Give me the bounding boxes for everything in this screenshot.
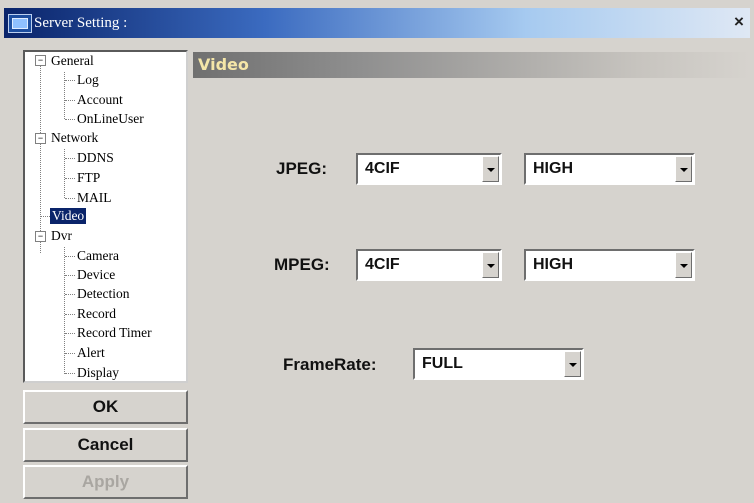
collapse-icon[interactable]: − [35,133,46,144]
mpeg-quality-select[interactable]: HIGH [524,249,695,281]
tree-item-mail[interactable]: MAIL [77,190,112,206]
jpeg-quality-select[interactable]: HIGH [524,153,695,185]
tree-guide-line [65,314,75,315]
tree-guide-line [65,353,75,354]
tree-item-display[interactable]: Display [77,365,119,381]
tree-guide-line [65,256,75,257]
app-window-icon [8,14,32,33]
tree-item-dvr[interactable]: Dvr [51,228,72,244]
collapse-icon[interactable]: − [35,231,46,242]
dropdown-arrow-icon[interactable] [482,252,499,278]
mpeg-label: MPEG: [274,255,330,274]
jpeg-quality-value: HIGH [533,160,573,177]
framerate-label: FrameRate: [283,355,377,374]
tree-item-camera[interactable]: Camera [77,248,119,264]
tree-guide-line [65,80,75,81]
tree-guide-line [40,216,50,217]
tree-item-ftp[interactable]: FTP [77,170,100,186]
tree-item-record[interactable]: Record [77,306,116,322]
apply-button[interactable]: Apply [23,465,188,499]
tree-guide-line [40,65,41,253]
cancel-button[interactable]: Cancel [23,428,188,462]
tree-guide-line [65,178,75,179]
section-title: Video [198,55,249,74]
jpeg-resolution-value: 4CIF [365,160,400,177]
settings-tree[interactable]: − General Log Account OnLineUser − Netwo… [23,50,188,383]
framerate-value: FULL [422,355,463,372]
close-icon[interactable]: × [730,13,748,31]
tree-guide-line [64,149,65,198]
tree-guide-line [64,247,65,374]
dropdown-arrow-icon[interactable] [482,156,499,182]
ok-button[interactable]: OK [23,390,188,424]
tree-guide-line [65,158,75,159]
tree-item-general[interactable]: General [51,53,94,69]
tree-item-device[interactable]: Device [77,267,115,283]
tree-guide-line [65,373,75,374]
dropdown-arrow-icon[interactable] [675,252,692,278]
tree-item-alert[interactable]: Alert [77,345,105,361]
tree-item-record-timer[interactable]: Record Timer [77,325,152,341]
tree-guide-line [65,198,75,199]
tree-item-log[interactable]: Log [77,72,99,88]
tree-guide-line [65,333,75,334]
framerate-select[interactable]: FULL [413,348,584,380]
tree-guide-line [65,119,75,120]
mpeg-resolution-select[interactable]: 4CIF [356,249,502,281]
mpeg-quality-value: HIGH [533,256,573,273]
dropdown-arrow-icon[interactable] [564,351,581,377]
tree-item-detection[interactable]: Detection [77,286,129,302]
tree-guide-line [65,100,75,101]
mpeg-resolution-value: 4CIF [365,256,400,273]
collapse-icon[interactable]: − [35,55,46,66]
tree-item-onlineuser[interactable]: OnLineUser [77,111,144,127]
jpeg-resolution-select[interactable]: 4CIF [356,153,502,185]
tree-item-account[interactable]: Account [77,92,123,108]
tree-guide-line [65,294,75,295]
tree-item-video[interactable]: Video [50,208,87,224]
dropdown-arrow-icon[interactable] [675,156,692,182]
window-title: Server Setting : [34,15,128,31]
section-header: Video [193,52,750,78]
tree-item-network[interactable]: Network [51,130,98,146]
jpeg-label: JPEG: [276,159,328,178]
tree-item-ddns[interactable]: DDNS [77,150,114,166]
window-title-bar[interactable]: Server Setting : × [4,8,750,38]
tree-guide-line [65,275,75,276]
